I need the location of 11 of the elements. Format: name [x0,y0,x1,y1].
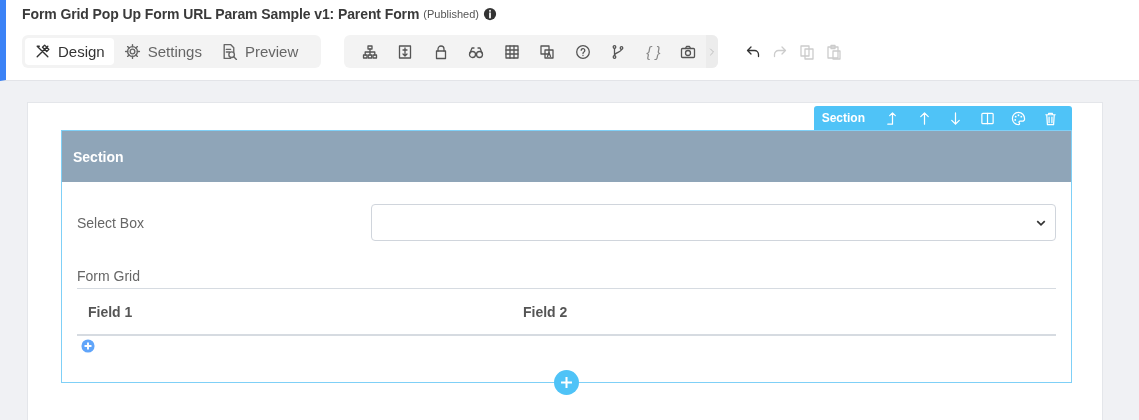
form-title: Form Grid Pop Up Form URL Param Sample v1: Parent Form [22,6,420,22]
status-label: (Published) [423,8,479,20]
tab[interactable]: Design [25,38,114,65]
section-title: Section [73,148,124,165]
tab[interactable]: Preview [211,38,308,65]
section-toolbar-label: Section [821,111,865,125]
field-label: Select Box [77,214,145,231]
column-header: Field 1 [88,303,134,320]
tab[interactable]: Settings [114,38,211,65]
column-header: Field 2 [523,303,569,320]
grid-label: Form Grid [77,268,141,286]
